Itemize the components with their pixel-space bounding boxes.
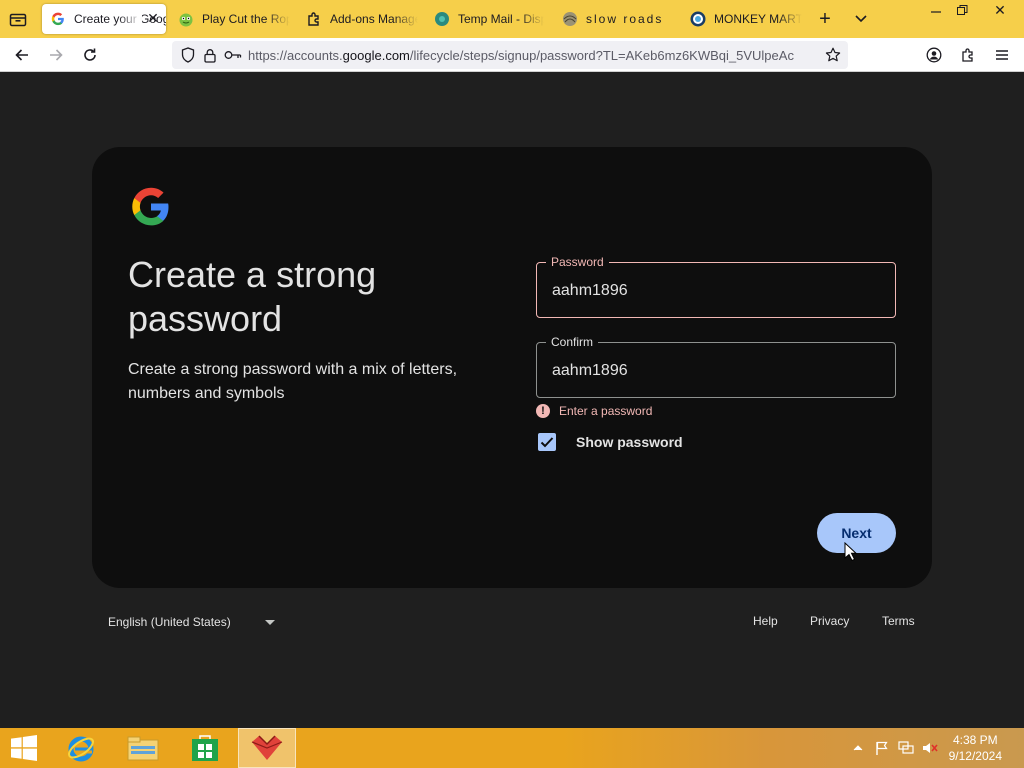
close-icon: ✕ — [994, 1, 1006, 18]
show-password-row[interactable]: Show password — [538, 433, 683, 451]
privacy-link[interactable]: Privacy — [810, 614, 849, 628]
terms-link[interactable]: Terms — [882, 614, 915, 628]
restore-icon — [956, 4, 967, 15]
new-tab-button[interactable]: + — [814, 8, 836, 30]
chevron-up-icon — [853, 745, 863, 751]
puzzle-icon — [306, 11, 322, 27]
page-title: Create a strong password — [128, 254, 377, 339]
taskbar-store[interactable] — [176, 728, 234, 768]
back-button[interactable] — [10, 43, 34, 67]
extensions-puzzle-icon — [962, 48, 973, 62]
tab-bar: Create your Google Account ✕ Play Cut th… — [0, 0, 1024, 38]
plus-icon: + — [819, 7, 831, 30]
back-arrow-icon — [15, 49, 28, 61]
mouse-cursor-icon — [844, 541, 858, 567]
account-icon — [926, 47, 942, 63]
tab-slow-roads[interactable]: slow roads — [554, 4, 674, 34]
taskbar-file-explorer[interactable] — [114, 728, 172, 768]
page-content: Create a strong password Create a strong… — [0, 72, 1024, 728]
tab-monkey-mart[interactable]: MONKEY MART — [682, 4, 802, 34]
confirm-password-input[interactable] — [552, 359, 882, 383]
volume-status[interactable] — [922, 740, 938, 756]
start-button[interactable] — [0, 728, 48, 768]
checkmark-icon — [540, 437, 554, 448]
folder-icon — [127, 736, 159, 761]
clock-time: 4:38 PM — [952, 733, 998, 747]
action-center-flag[interactable] — [874, 740, 890, 756]
forward-arrow-icon — [50, 49, 63, 61]
navigation-toolbar: https://accounts.google.com/lifecycle/st… — [0, 38, 1024, 72]
taskbar-browser[interactable] — [238, 728, 296, 768]
store-icon — [192, 735, 218, 761]
url-text[interactable]: https://accounts.google.com/lifecycle/st… — [248, 48, 820, 63]
key-icon[interactable] — [224, 47, 242, 63]
cut-the-rope-icon — [178, 11, 194, 27]
flag-icon — [876, 741, 888, 755]
show-password-label[interactable]: Show password — [576, 434, 683, 450]
minimize-button[interactable] — [924, 4, 948, 18]
tab-cut-the-rope[interactable]: Play Cut the Rope — [170, 4, 290, 34]
monkey-mart-icon — [690, 11, 706, 27]
confirm-label: Confirm — [546, 334, 599, 350]
lock-icon[interactable] — [202, 47, 218, 63]
tab-overview-button[interactable] — [6, 8, 30, 30]
google-logo — [130, 186, 172, 228]
tab-create-google-account[interactable]: Create your Google Account ✕ — [42, 4, 166, 34]
chevron-down-icon — [855, 15, 867, 23]
page-subtitle: Create a strong password with a mix of l… — [128, 361, 458, 402]
help-link[interactable]: Help — [753, 614, 778, 628]
google-g-icon — [50, 11, 66, 27]
extensions-button[interactable] — [956, 43, 980, 67]
tab-temp-mail[interactable]: Temp Mail - Disposable — [426, 4, 544, 34]
show-hidden-icons-button[interactable] — [850, 740, 866, 756]
tab-addons-manager[interactable]: Add-ons Manager — [298, 4, 418, 34]
minimize-icon — [931, 11, 941, 13]
tab-label: slow roads — [586, 12, 664, 26]
password-field[interactable]: Password — [536, 254, 896, 318]
hamburger-menu-icon — [996, 50, 1008, 60]
network-status[interactable] — [898, 740, 914, 756]
account-button[interactable] — [922, 43, 946, 67]
clock-date: 9/12/2024 — [948, 749, 1002, 763]
slow-roads-icon — [562, 11, 578, 27]
close-window-button[interactable]: ✕ — [988, 2, 1012, 18]
menu-button[interactable] — [990, 43, 1014, 67]
error-text: Enter a password — [559, 404, 653, 418]
taskbar-internet-explorer[interactable] — [52, 728, 110, 768]
browser-app-icon — [251, 735, 283, 760]
show-password-checkbox[interactable] — [538, 433, 556, 451]
signup-card: Create a strong password Create a strong… — [92, 147, 932, 588]
confirm-field[interactable]: Confirm — [536, 334, 896, 398]
network-icon — [898, 741, 914, 754]
error-message: ! Enter a password — [536, 403, 652, 419]
system-clock[interactable]: 4:38 PM 9/12/2024 — [949, 732, 1002, 764]
language-label: English (United States) — [108, 615, 231, 629]
url-bar[interactable]: https://accounts.google.com/lifecycle/st… — [172, 41, 848, 69]
forward-button[interactable] — [44, 43, 68, 67]
reload-icon — [84, 48, 96, 61]
windows-logo-icon — [11, 735, 37, 761]
close-tab-icon[interactable]: ✕ — [146, 11, 160, 25]
internet-explorer-icon — [68, 736, 94, 762]
bookmark-star-icon[interactable] — [824, 46, 842, 64]
tempmail-icon — [434, 11, 450, 27]
error-icon: ! — [536, 404, 550, 418]
reload-button[interactable] — [78, 43, 102, 67]
password-input[interactable] — [552, 279, 882, 303]
password-label: Password — [546, 254, 609, 270]
shield-icon[interactable] — [180, 47, 196, 63]
restore-button[interactable] — [950, 2, 974, 18]
list-all-tabs-icon — [9, 13, 27, 27]
volume-muted-icon — [923, 743, 938, 753]
list-tabs-button[interactable] — [850, 8, 872, 30]
windows-taskbar: 4:38 PM 9/12/2024 — [0, 728, 1024, 768]
caret-down-icon — [264, 619, 275, 625]
language-selector[interactable]: English (United States) — [100, 608, 275, 636]
